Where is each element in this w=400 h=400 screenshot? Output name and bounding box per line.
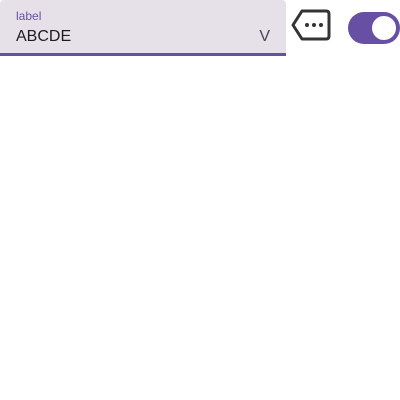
toggle-switch[interactable] (348, 12, 400, 44)
dropdown-arrow-icon[interactable]: V (259, 27, 270, 46)
dropdown-value: ABCDE (16, 28, 72, 45)
dropdown-field[interactable]: label ABCDE V (0, 0, 286, 56)
dropdown-label: label (16, 9, 42, 23)
tag-more-icon[interactable] (290, 8, 332, 42)
canvas: label ABCDE V (0, 0, 400, 400)
toggle-thumb (372, 16, 396, 40)
